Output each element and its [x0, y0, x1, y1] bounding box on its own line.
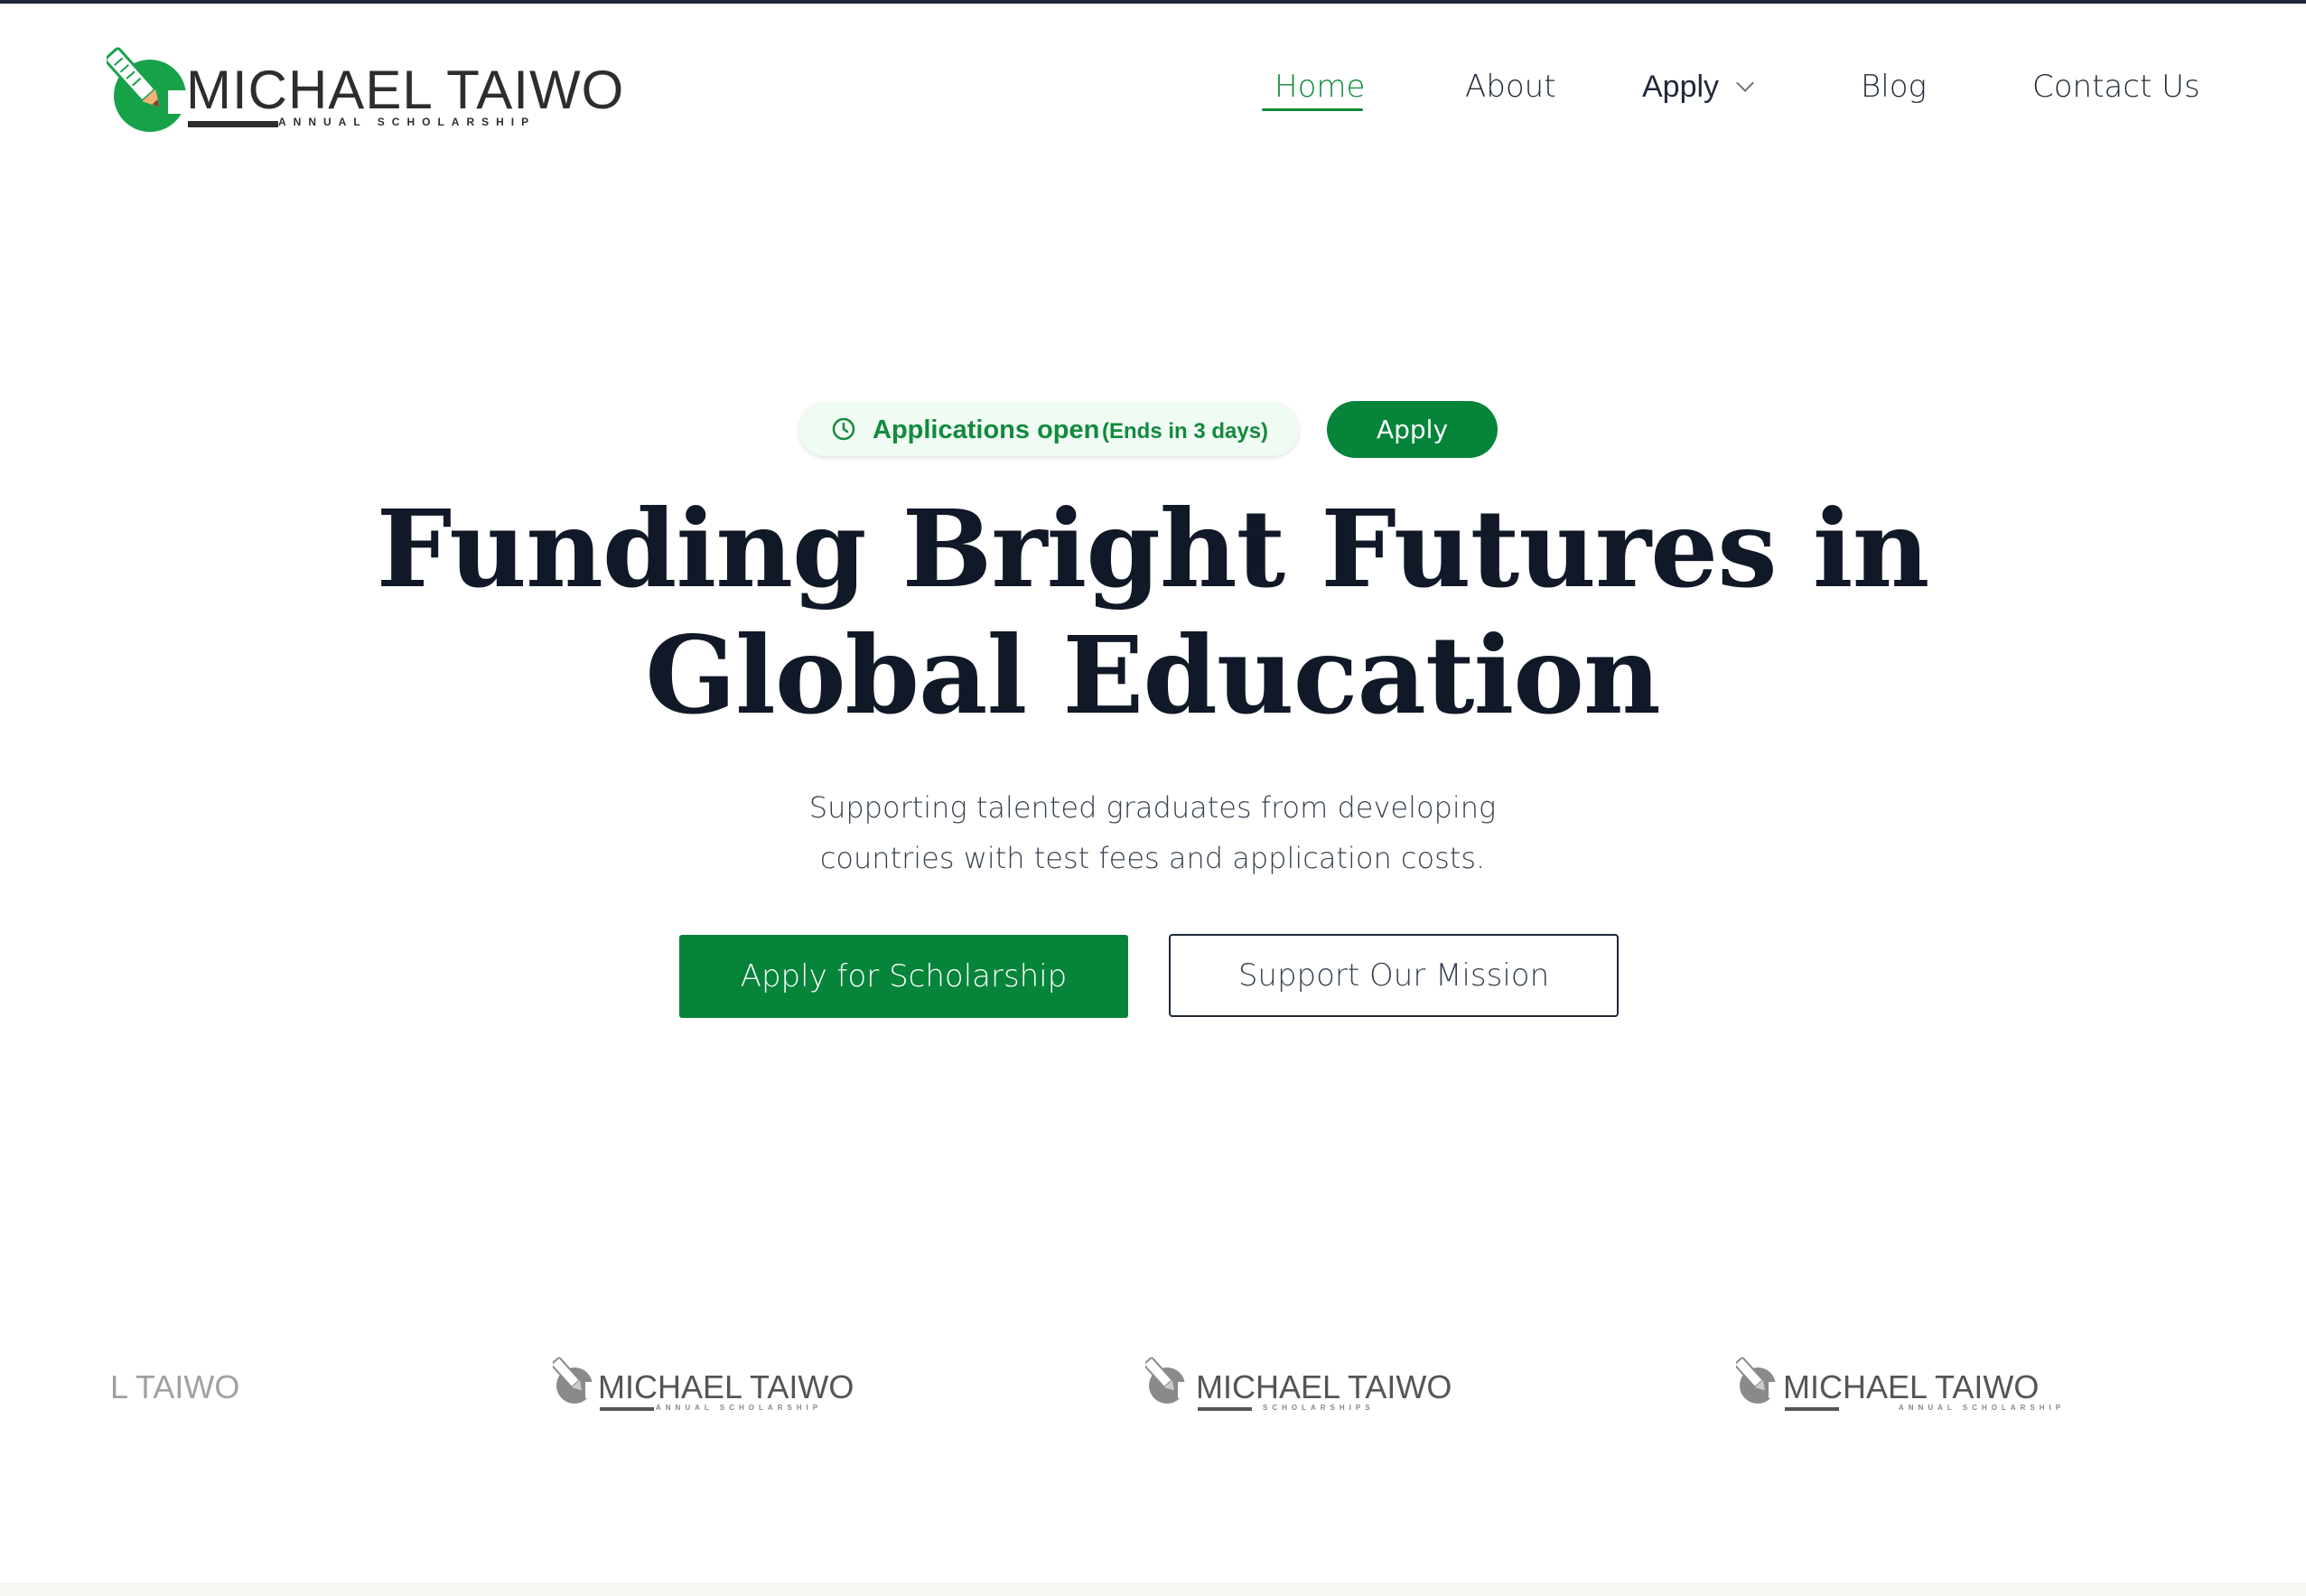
status-label: Applications open	[873, 415, 1100, 444]
strip-logo-3-sub: SCHOLARSHIPS	[1263, 1404, 1375, 1412]
headline-line-2: Global Education	[645, 612, 1661, 738]
logo-underline	[188, 121, 278, 127]
clock-icon	[832, 417, 855, 441]
subtext-line-2: countries with test fees and application…	[819, 841, 1486, 875]
strip-logo-4: MICHAEL TAIWO ANNUAL SCHOLARSHIP	[1736, 1355, 2060, 1418]
headline-line-1: Funding Bright Futures in	[376, 486, 1930, 611]
nav-apply[interactable]: Apply	[1642, 60, 1754, 114]
strip-logo-3: MICHAEL TAIWO SCHOLARSHIPS	[1145, 1355, 1452, 1418]
strip-logo-1-name: L TAIWO	[110, 1368, 240, 1405]
pencil-logo-icon	[1145, 1357, 1190, 1404]
hero-headline: Funding Bright Futures in Global Educati…	[340, 486, 1965, 739]
support-mission-button[interactable]: Support Our Mission	[1169, 934, 1619, 1017]
strip-logo-4-name: MICHAEL TAIWO	[1783, 1368, 2040, 1405]
applications-status-badge: Applications open (Ends in 3 days)	[798, 402, 1299, 456]
nav-active-indicator	[1262, 108, 1363, 111]
logo-strip: L TAIWO MICHAEL TAIWO ANNUAL SCHOLARSHIP…	[0, 1355, 2306, 1436]
nav-home[interactable]: Home	[1274, 60, 1365, 114]
chevron-down-icon	[1736, 74, 1754, 92]
status-apply-button[interactable]: Apply	[1327, 401, 1498, 458]
subtext-line-1: Supporting talented graduates from devel…	[808, 790, 1497, 825]
main-nav: Home About Apply Blog Contact Us	[0, 60, 2306, 114]
strip-logo-3-underline	[1198, 1407, 1252, 1411]
nav-blog[interactable]: Blog	[1861, 60, 1927, 114]
logo-tagline: ANNUAL SCHOLARSHIP	[278, 116, 537, 128]
nav-contact[interactable]: Contact Us	[2032, 60, 2200, 114]
strip-logo-2-name: MICHAEL TAIWO	[598, 1368, 854, 1405]
hero-subtext: Supporting talented graduates from devel…	[791, 782, 1514, 883]
apply-for-scholarship-button[interactable]: Apply for Scholarship	[679, 935, 1128, 1018]
strip-logo-2-underline	[600, 1407, 654, 1411]
strip-logo-2: MICHAEL TAIWO ANNUAL SCHOLARSHIP	[553, 1355, 854, 1418]
pencil-logo-icon	[1736, 1357, 1781, 1404]
site-header: MICHAEL TAIWO ANNUAL SCHOLARSHIP Home Ab…	[0, 4, 2306, 162]
strip-logo-3-name: MICHAEL TAIWO	[1196, 1368, 1452, 1405]
strip-logo-1: L TAIWO	[110, 1355, 273, 1418]
strip-logo-4-underline	[1785, 1407, 1839, 1411]
nav-apply-label: Apply	[1642, 70, 1720, 104]
pencil-logo-icon	[553, 1357, 598, 1404]
strip-logo-2-sub: ANNUAL SCHOLARSHIP	[656, 1404, 823, 1412]
strip-logo-4-sub: ANNUAL SCHOLARSHIP	[1899, 1404, 2066, 1412]
status-deadline: (Ends in 3 days)	[1102, 419, 1269, 443]
nav-about[interactable]: About	[1465, 60, 1556, 114]
next-section-edge	[0, 1582, 2306, 1596]
